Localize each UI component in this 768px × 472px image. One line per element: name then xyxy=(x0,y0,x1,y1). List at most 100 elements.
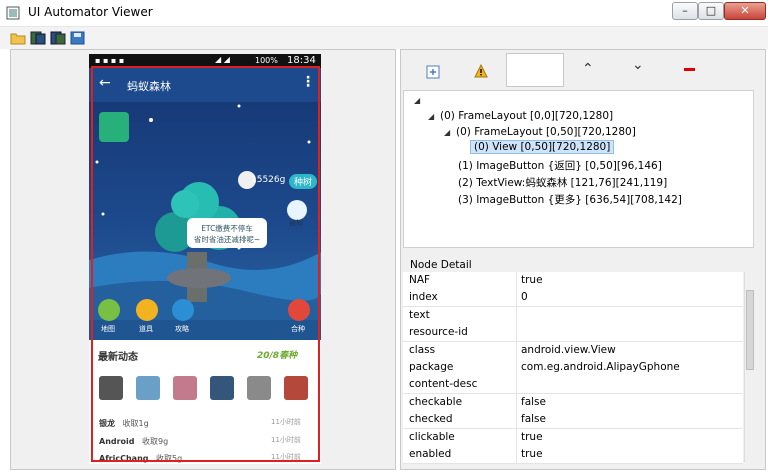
tree-node-label: (0) View [0,50][720,1280] xyxy=(470,140,615,154)
node-detail-value: com.eg.android.AlipayGphone xyxy=(521,361,680,373)
tree-node-label: (1) ImageButton {返回} [0,50][96,146] xyxy=(458,160,662,172)
shortcut-guide[interactable]: 攻略 xyxy=(175,324,189,334)
node-detail-row[interactable]: resource-id xyxy=(403,324,743,343)
save-icon[interactable] xyxy=(70,31,86,45)
chevron-up-icon[interactable]: ⌃ xyxy=(582,61,594,77)
column-divider xyxy=(516,289,517,307)
search-field[interactable] xyxy=(506,53,564,87)
back-arrow-icon[interactable]: ← xyxy=(99,75,111,91)
column-divider xyxy=(516,376,517,394)
node-detail-key: package xyxy=(409,361,454,373)
node-detail-row[interactable]: clickable true xyxy=(403,428,743,447)
node-detail-row[interactable]: content-desc xyxy=(403,376,743,395)
bubble-line-1: ETC缴费不停车 xyxy=(201,224,253,233)
more-icon[interactable]: ⋮ xyxy=(301,74,315,90)
feed-time: 11小时前 xyxy=(271,418,301,426)
feed-action: 收取5g xyxy=(156,454,183,463)
tree-node[interactable]: ◢ (0) FrameLayout [0,50][720,1280] xyxy=(444,126,636,138)
node-detail-key: checkable xyxy=(409,395,463,408)
signal-icon: ◢ ◢ xyxy=(215,55,230,64)
minimize-button[interactable]: – xyxy=(672,2,698,20)
event-badge[interactable]: 20/8春种 xyxy=(257,348,297,361)
app-icon xyxy=(6,6,20,20)
forest-scene: 15526g 种树 通知 ETC缴费不停车 省时省油还减排呢~ 地图 道具 攻略… xyxy=(89,102,321,340)
tree-node[interactable]: ◢ (0) FrameLayout [0,0][720,1280] xyxy=(428,110,613,122)
title-bar: UI Automator Viewer – □ ✕ xyxy=(0,0,768,27)
node-detail-row[interactable]: text xyxy=(403,306,743,325)
shortcut-cooperative[interactable]: 合种 xyxy=(291,324,305,334)
main-toolbar xyxy=(0,27,768,49)
device-screenshot[interactable]: ▪ ▪ ▪ ▪ ◢ ◢ 100% 18:34 ← 蚂蚁森林 ⋮ 15526g 种… xyxy=(89,54,321,464)
feed-time: 11小时前 xyxy=(271,436,301,444)
feed-row: AfricChang 收取5g 11小时前 xyxy=(99,451,311,464)
column-divider xyxy=(516,428,517,446)
feed-name: 银龙 xyxy=(99,419,115,428)
feed-row: Android 收取9g 11小时前 xyxy=(99,434,311,447)
close-button[interactable]: ✕ xyxy=(724,2,766,20)
avatar[interactable] xyxy=(247,376,271,400)
column-divider xyxy=(516,272,517,289)
column-divider xyxy=(516,324,517,342)
collapse-arrow-icon[interactable]: ◢ xyxy=(444,128,456,137)
avatar[interactable] xyxy=(136,376,160,400)
feed-name: Android xyxy=(99,437,135,446)
feed-name: AfricChang xyxy=(99,454,149,463)
node-detail-row[interactable]: checkable false xyxy=(403,393,743,412)
node-detail-key: enabled xyxy=(409,448,452,460)
window-title: UI Automator Viewer xyxy=(28,5,153,19)
maximize-button[interactable]: □ xyxy=(698,2,724,20)
node-detail-row[interactable]: enabled true xyxy=(403,446,743,464)
plant-tree-button[interactable]: 种树 xyxy=(289,174,318,189)
notice-button[interactable]: 通知 xyxy=(289,218,303,228)
column-divider xyxy=(516,446,517,463)
device-screenshot-icon[interactable] xyxy=(30,31,46,45)
chevron-down-icon[interactable]: ⌄ xyxy=(632,57,644,73)
node-detail-key: index xyxy=(409,291,438,304)
node-detail-row[interactable]: package com.eg.android.AlipayGphone xyxy=(403,359,743,377)
tree-node[interactable]: (1) ImageButton {返回} [0,50][96,146] xyxy=(458,158,662,173)
column-divider xyxy=(516,359,517,376)
tree-node[interactable]: (2) TextView:蚂蚁森林 [121,76][241,119] xyxy=(458,175,667,190)
node-detail-row[interactable]: NAF true xyxy=(403,272,743,290)
feed-time: 11小时前 xyxy=(271,453,301,461)
device-screenshot-compressed-icon[interactable] xyxy=(50,31,66,45)
avatar[interactable] xyxy=(284,376,308,400)
tree-node-label: (2) TextView:蚂蚁森林 [121,76][241,119] xyxy=(458,177,668,189)
avatar[interactable] xyxy=(210,376,234,400)
battery-text: 100% xyxy=(255,56,278,65)
node-detail-row[interactable]: index 0 xyxy=(403,289,743,308)
open-folder-icon[interactable] xyxy=(10,31,26,45)
tree-node-label: (3) ImageButton {更多} [636,54][708,142] xyxy=(458,194,682,206)
column-divider xyxy=(516,306,517,324)
node-detail-value: 0 xyxy=(521,291,528,304)
node-detail-row[interactable]: checked false xyxy=(403,411,743,430)
tree-node[interactable]: (3) ImageButton {更多} [636,54][708,142] xyxy=(458,192,682,207)
clock-text: 18:34 xyxy=(287,55,316,66)
app-bar: ← 蚂蚁森林 ⋮ xyxy=(89,68,321,102)
node-detail-value: true xyxy=(521,430,543,443)
node-detail-key: class xyxy=(409,343,436,356)
shortcut-map[interactable]: 地图 xyxy=(101,324,115,334)
clear-search-icon[interactable] xyxy=(684,68,695,71)
expand-all-icon[interactable] xyxy=(426,65,440,79)
node-detail-value: true xyxy=(521,448,543,460)
avatar[interactable] xyxy=(99,376,123,400)
tree-root[interactable]: ◢ xyxy=(414,94,426,106)
node-detail-key: content-desc xyxy=(409,378,478,391)
tree-node-selected[interactable]: (0) View [0,50][720,1280] xyxy=(470,140,615,154)
feed-panel: 最新动态 20/8春种 银龙 收取1g 11小时前 Android 收取9g 1… xyxy=(89,340,321,464)
device-status-bar: ▪ ▪ ▪ ▪ ◢ ◢ 100% 18:34 xyxy=(89,54,321,68)
node-detail-row[interactable]: class android.view.View xyxy=(403,341,743,360)
collapse-arrow-icon[interactable]: ◢ xyxy=(428,112,440,121)
shortcut-props[interactable]: 道具 xyxy=(139,324,153,334)
node-detail-key: clickable xyxy=(409,430,455,443)
tree-toolbar: ⌃ ⌄ xyxy=(402,51,764,89)
tree-node-label: (0) FrameLayout [0,50][720,1280] xyxy=(456,126,636,138)
hierarchy-tree[interactable]: ◢ ◢ (0) FrameLayout [0,0][720,1280] ◢ (0) … xyxy=(403,90,754,248)
scrollbar-thumb[interactable] xyxy=(746,290,754,370)
node-detail-value: android.view.View xyxy=(521,343,616,356)
warning-icon[interactable] xyxy=(474,64,488,78)
feed-action: 收取9g xyxy=(142,437,169,446)
node-detail-value: true xyxy=(521,274,543,286)
avatar[interactable] xyxy=(173,376,197,400)
